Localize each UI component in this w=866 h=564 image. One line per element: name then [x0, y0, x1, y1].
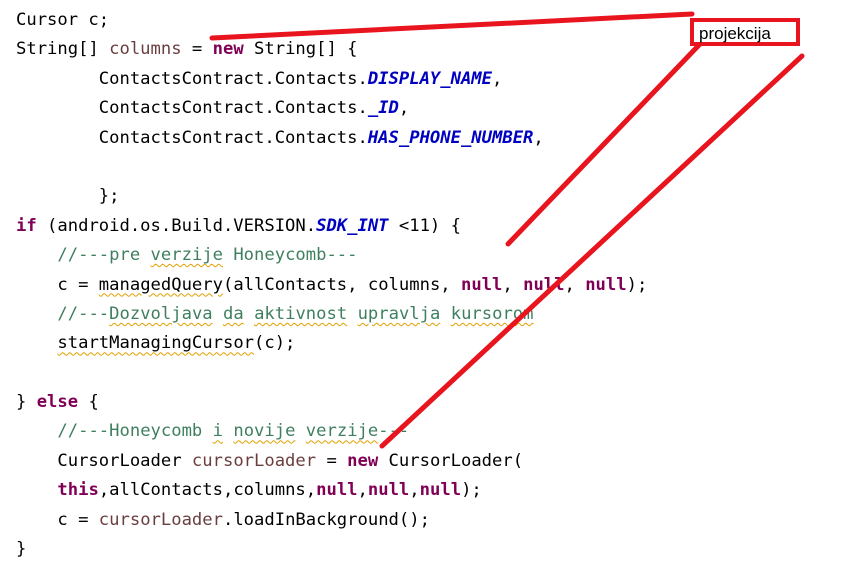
code-line: c = cursorLoader.loadInBackground(); — [16, 506, 647, 535]
code-token: , — [398, 98, 410, 119]
code-token: managedQuery — [98, 274, 223, 295]
code-token: //---pre — [57, 245, 151, 266]
code-line: this,allContacts,columns,null,null,null)… — [16, 476, 647, 505]
code-token: } — [16, 392, 37, 413]
code-token: this — [57, 480, 99, 501]
code-token: ContactsContract.Contacts. — [16, 127, 368, 148]
code-token: i — [212, 421, 223, 442]
code-token: Honeycomb--- — [222, 245, 358, 266]
code-token: cursorLoader — [191, 450, 317, 471]
code-listing: Cursor c; String[] columns = new String[]… — [16, 6, 647, 564]
code-token: null — [585, 274, 627, 295]
code-token: da — [223, 303, 244, 324]
code-token: SDK_INT — [316, 215, 389, 236]
code-line: //---Dozvoljava da aktivnost upravlja ku… — [16, 300, 647, 329]
code-token: null — [460, 274, 503, 295]
code-token: --- — [378, 421, 410, 442]
code-line: ContactsContract.Contacts._ID, — [16, 94, 647, 123]
code-line: if (android.os.Build.VERSION.SDK_INT <11… — [16, 212, 647, 241]
code-token: ContactsContract.Contacts. — [16, 98, 368, 119]
code-token: if — [16, 215, 37, 236]
code-token: null — [419, 480, 462, 501]
code-token: (android.os.Build.VERSION. — [36, 215, 317, 236]
code-token: ,allContacts,columns, — [98, 480, 317, 501]
code-token: verzije — [150, 245, 223, 266]
code-token: verzije — [305, 421, 379, 442]
code-token: = — [316, 450, 348, 471]
code-token: columns — [109, 39, 182, 60]
code-token: Cursor c; — [16, 10, 110, 30]
code-token: , — [564, 274, 586, 295]
code-token: HAS_PHONE_NUMBER — [367, 127, 534, 148]
code-token: <11) { — [388, 215, 461, 236]
code-token: //---Honeycomb — [57, 421, 213, 442]
code-line: ContactsContract.Contacts.DISPLAY_NAME, — [16, 65, 647, 94]
code-token: //--- — [57, 303, 110, 324]
code-token: new — [212, 39, 244, 60]
code-token: = — [181, 39, 213, 60]
code-token: novije — [233, 421, 296, 442]
code-token: CursorLoader( — [378, 450, 524, 471]
code-token: cursorLoader — [98, 509, 223, 530]
code-token: Dozvoljava — [109, 303, 213, 324]
code-line: ContactsContract.Contacts.HAS_PHONE_NUMB… — [16, 124, 647, 153]
code-token: { — [78, 392, 99, 413]
code-line: }; — [16, 182, 647, 211]
annotation-label-box: projekcija — [690, 18, 800, 46]
code-token: ); — [626, 274, 648, 295]
code-token: null — [367, 480, 410, 501]
code-token: c = — [16, 274, 99, 295]
code-token: ContactsContract.Contacts. — [16, 68, 368, 89]
code-line: startManagingCursor(c); — [16, 329, 647, 358]
code-token: new — [347, 450, 379, 471]
code-line: String[] columns = new String[] { — [16, 35, 647, 64]
code-token: , — [357, 480, 368, 501]
code-token: .loadInBackground(); — [222, 509, 430, 530]
code-token: _ID — [367, 98, 399, 119]
code-token: (allContacts, columns, — [222, 274, 461, 295]
code-token: }; — [16, 186, 120, 207]
code-line: //---pre verzije Honeycomb--- — [16, 241, 647, 270]
code-line: } — [16, 535, 647, 564]
code-token: , — [409, 480, 420, 501]
code-token: , — [502, 274, 524, 295]
code-line: CursorLoader cursorLoader = new CursorLo… — [16, 447, 647, 476]
code-token: startManagingCursor — [57, 333, 255, 354]
code-token: , — [492, 68, 503, 89]
code-token: } — [16, 539, 27, 560]
code-token: DISPLAY_NAME — [367, 68, 493, 89]
code-line: Cursor c; — [16, 6, 647, 35]
code-token: null — [316, 480, 358, 501]
code-token: else — [36, 392, 79, 413]
code-line: //---Honeycomb i novije verzije--- — [16, 417, 647, 446]
code-token: (c); — [254, 333, 296, 354]
code-token: kursorom — [450, 303, 534, 324]
code-token: upravlja — [357, 303, 441, 324]
code-line: c = managedQuery(allContacts, columns, n… — [16, 271, 647, 300]
code-token: c = — [16, 509, 99, 530]
annotation-label: projekcija — [699, 24, 771, 43]
code-token: null — [523, 274, 565, 295]
code-token: , — [533, 127, 544, 148]
code-token: CursorLoader — [16, 450, 192, 471]
code-token: aktivnost — [254, 303, 348, 324]
code-line: } else { — [16, 388, 647, 417]
code-token: ); — [461, 480, 482, 501]
code-token: String[] — [16, 39, 110, 60]
code-token: String[] { — [243, 39, 358, 60]
